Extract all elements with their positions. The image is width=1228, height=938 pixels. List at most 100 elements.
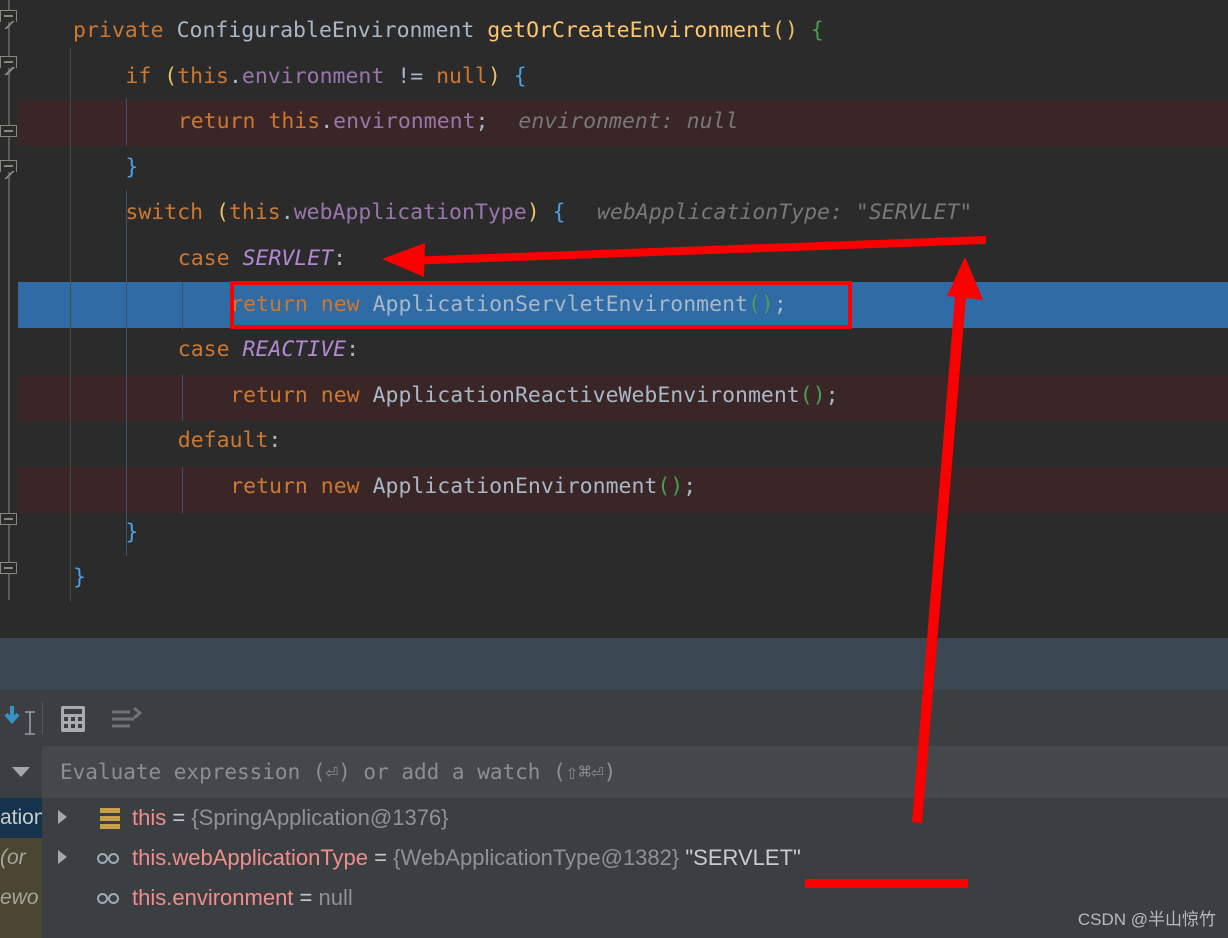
- variable-row[interactable]: this = {SpringApplication@1376}: [42, 798, 1228, 838]
- code-line: switch (this.webApplicationType) {: [125, 190, 565, 236]
- variable-text: this = {SpringApplication@1376}: [132, 798, 449, 838]
- code-line: }: [73, 555, 86, 601]
- code-token: ;: [683, 474, 697, 499]
- frame-item[interactable]: ation: [0, 798, 42, 838]
- code-token: case: [177, 337, 243, 363]
- evaluate-expression-placeholder[interactable]: Evaluate expression (⏎) or add a watch (…: [60, 746, 616, 798]
- code-token: case: [177, 246, 243, 271]
- code-token: webApplicationType: [293, 200, 527, 226]
- code-token: (): [657, 474, 684, 499]
- code-token: ;: [825, 382, 839, 408]
- code-token: }: [125, 519, 139, 545]
- code-token: ApplicationServletEnvironment: [372, 291, 748, 317]
- variable-equals: =: [368, 845, 394, 870]
- indent-guide: [182, 467, 183, 513]
- code-token: (: [216, 200, 229, 226]
- code-token: switch: [125, 200, 216, 226]
- code-line: }: [125, 510, 138, 556]
- variable-name: this.webApplicationType: [132, 845, 369, 870]
- fold-marker-expanded-icon[interactable]: [0, 56, 19, 75]
- variable-value: {WebApplicationType@1382}: [393, 845, 680, 870]
- code-token: :: [268, 428, 282, 454]
- debugger-panel[interactable]: Evaluate expression (⏎) or add a watch (…: [0, 690, 1228, 938]
- variable-name: this: [132, 805, 167, 830]
- code-token: :: [333, 246, 347, 271]
- code-token: null: [436, 63, 488, 89]
- code-line: case SERVLET:: [178, 236, 346, 282]
- code-line: }: [125, 145, 138, 191]
- code-token: .: [280, 200, 294, 226]
- code-line: return new ApplicationReactiveWebEnviron…: [230, 373, 838, 419]
- code-token: private: [73, 18, 177, 43]
- code-token: :: [346, 337, 360, 363]
- code-token: environment: [241, 63, 385, 89]
- code-token: return: [177, 109, 269, 135]
- frame-item[interactable]: ewo: [0, 878, 42, 918]
- frame-item[interactable]: (or: [0, 838, 42, 878]
- code-line: if (this.environment != null) {: [125, 54, 526, 100]
- code-token: environment: [333, 109, 476, 135]
- indent-guide: [182, 375, 183, 421]
- code-token: this: [268, 109, 321, 135]
- code-token: {: [810, 18, 824, 43]
- variable-row[interactable]: this.environment = null: [42, 878, 1228, 918]
- variable-value: {SpringApplication@1376}: [191, 805, 449, 830]
- watches-collapse-toggle[interactable]: [0, 746, 42, 798]
- code-line: return new ApplicationEnvironment();: [230, 464, 696, 510]
- code-token: {: [552, 200, 566, 226]
- code-token: ): [526, 200, 540, 226]
- code-token: SERVLET: [242, 246, 334, 271]
- evaluate-expression-icon[interactable]: [58, 704, 88, 734]
- code-token: new: [320, 291, 373, 317]
- code-line: return new ApplicationServletEnvironment…: [230, 282, 787, 328]
- evaluate-expression-bar[interactable]: Evaluate expression (⏎) or add a watch (…: [0, 746, 1228, 799]
- caret-ibeam-icon: [22, 710, 38, 736]
- variable-name: this.environment: [132, 885, 294, 910]
- fold-marker-expanded-icon[interactable]: [0, 10, 19, 29]
- code-token: }: [73, 565, 86, 591]
- inline-debug-hint: environment: null: [518, 109, 739, 135]
- code-token: ApplicationEnvironment: [372, 474, 658, 499]
- code-token: ;: [773, 291, 787, 317]
- code-token: (): [747, 291, 774, 317]
- indent-guide: [126, 190, 127, 556]
- code-token: ;: [475, 109, 489, 135]
- indent-guide: [182, 282, 183, 330]
- code-folding-gutter[interactable]: [0, 0, 18, 638]
- variable-row[interactable]: this.webApplicationType = {WebApplicatio…: [42, 838, 1228, 878]
- fold-marker-end-icon[interactable]: [0, 513, 19, 532]
- fold-region-line: [8, 0, 10, 600]
- variables-tree[interactable]: this = {SpringApplication@1376} this.webA…: [42, 798, 1228, 938]
- chevron-right-icon[interactable]: [58, 850, 67, 864]
- chevron-right-icon[interactable]: [58, 810, 67, 824]
- fold-marker-end-icon[interactable]: [0, 125, 19, 144]
- code-token: getOrCreateEnvironment: [487, 18, 773, 43]
- code-editor[interactable]: private ConfigurableEnvironment getOrCre…: [0, 0, 1228, 638]
- toolbar-separator: [42, 702, 43, 734]
- watermark: CSDN @半山惊竹: [1077, 910, 1216, 929]
- variable-equals: =: [166, 805, 192, 830]
- code-token: !=: [384, 63, 437, 89]
- variable-text: this.environment = null: [132, 878, 353, 918]
- code-token: REACTIVE: [242, 337, 347, 363]
- field-icon: [96, 846, 122, 870]
- code-token: ApplicationReactiveWebEnvironment: [372, 382, 800, 408]
- code-line: private ConfigurableEnvironment getOrCre…: [73, 8, 824, 54]
- fold-marker-end-icon[interactable]: [0, 562, 19, 581]
- variable-text: this.webApplicationType = {WebApplicatio…: [132, 838, 801, 878]
- code-line: case REACTIVE:: [178, 327, 359, 373]
- variable-string-value: "SERVLET": [679, 845, 801, 870]
- inline-debug-hint: webApplicationType: "SERVLET": [597, 200, 973, 226]
- chevron-down-icon: [12, 767, 30, 777]
- fold-marker-expanded-icon[interactable]: [0, 160, 19, 179]
- code-token: ConfigurableEnvironment: [176, 18, 488, 43]
- call-stack-frames-strip[interactable]: ation (or ewo: [0, 798, 42, 938]
- debugger-toolbar[interactable]: [0, 690, 1228, 747]
- code-token: return: [230, 291, 321, 317]
- code-token: (): [799, 382, 826, 408]
- code-token: default: [177, 428, 269, 454]
- sort-values-icon[interactable]: [110, 704, 143, 734]
